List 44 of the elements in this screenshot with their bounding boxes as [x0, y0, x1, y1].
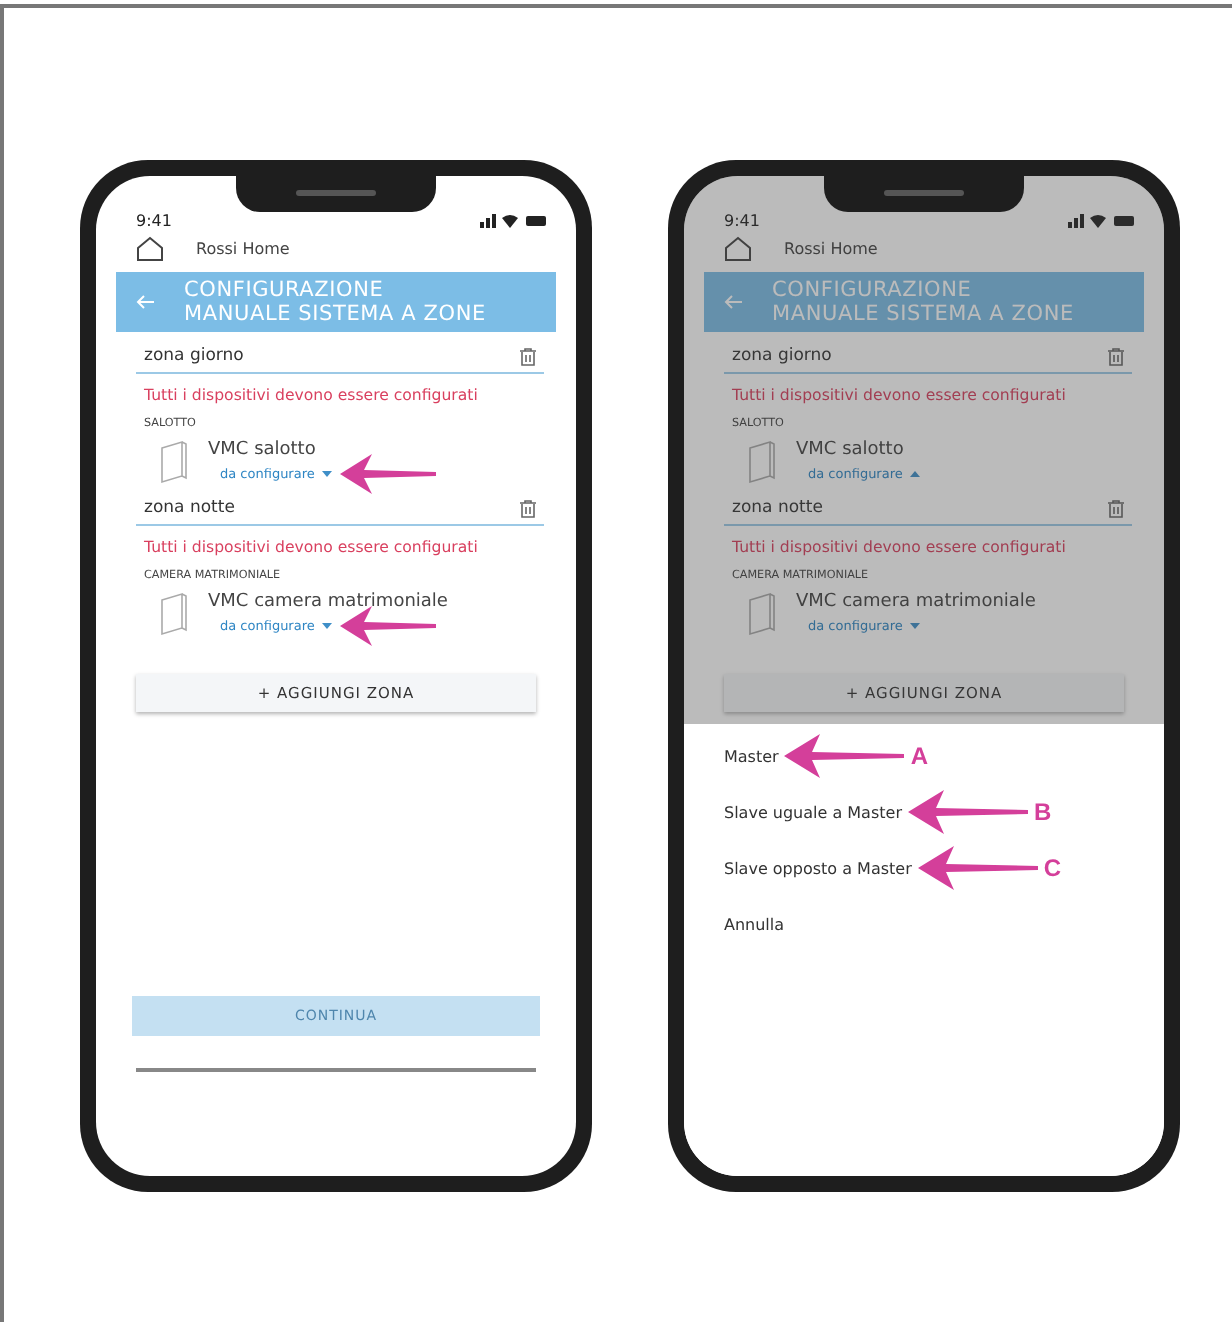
zone-name-field[interactable]: zona notte: [136, 492, 544, 526]
home-name: Rossi Home: [784, 240, 878, 258]
callout-letter: C: [1043, 854, 1062, 882]
device-name: VMC salotto: [208, 440, 318, 460]
caret-icon[interactable]: [322, 470, 333, 478]
back-icon[interactable]: [724, 294, 744, 310]
status-time: 9:41: [724, 211, 760, 229]
status-icons: [480, 212, 548, 228]
home-icon[interactable]: [724, 236, 752, 262]
device-icon: [160, 440, 188, 484]
caret-icon[interactable]: [910, 622, 921, 630]
sheet-option[interactable]: Slave opposto a Master: [724, 859, 912, 877]
callout-letter: A: [910, 742, 928, 770]
device-icon: [748, 440, 776, 484]
zone-name-field[interactable]: zona giorno: [136, 340, 544, 374]
zone-name-field[interactable]: zona notte: [724, 492, 1132, 526]
back-icon[interactable]: [136, 294, 156, 310]
device-icon: [748, 592, 776, 636]
sheet-option[interactable]: Slave uguale a Master: [724, 803, 902, 821]
screen-title: MANUALE SISTEMA A ZONE: [772, 302, 1074, 326]
home-name: Rossi Home: [196, 240, 290, 258]
screen-title: MANUALE SISTEMA A ZONE: [184, 302, 486, 326]
device-name: VMC camera matrimoniale: [796, 592, 1036, 612]
device-name: VMC salotto: [796, 440, 906, 460]
trash-icon[interactable]: [1108, 347, 1124, 365]
device-icon: [160, 592, 188, 636]
sheet-option[interactable]: Annulla: [724, 915, 785, 933]
trash-icon[interactable]: [520, 347, 536, 365]
caret-icon[interactable]: [322, 622, 333, 630]
screen-title: CONFIGURAZIONE: [184, 278, 386, 302]
screen-title: CONFIGURAZIONE: [772, 278, 974, 302]
status-icons: [1068, 212, 1136, 228]
callout-letter: B: [1033, 798, 1052, 826]
sheet-option[interactable]: Master: [724, 747, 779, 765]
zone-name-field[interactable]: zona giorno: [724, 340, 1132, 374]
arrow-icon: [917, 846, 1038, 890]
device-name: VMC camera matrimoniale: [208, 592, 448, 612]
arrow-icon: [784, 734, 905, 778]
home-icon[interactable]: [136, 236, 164, 262]
arrow-icon: [907, 790, 1028, 834]
trash-icon[interactable]: [520, 499, 536, 517]
status-time: 9:41: [136, 211, 172, 229]
caret-icon[interactable]: [910, 470, 921, 478]
trash-icon[interactable]: [1108, 499, 1124, 517]
